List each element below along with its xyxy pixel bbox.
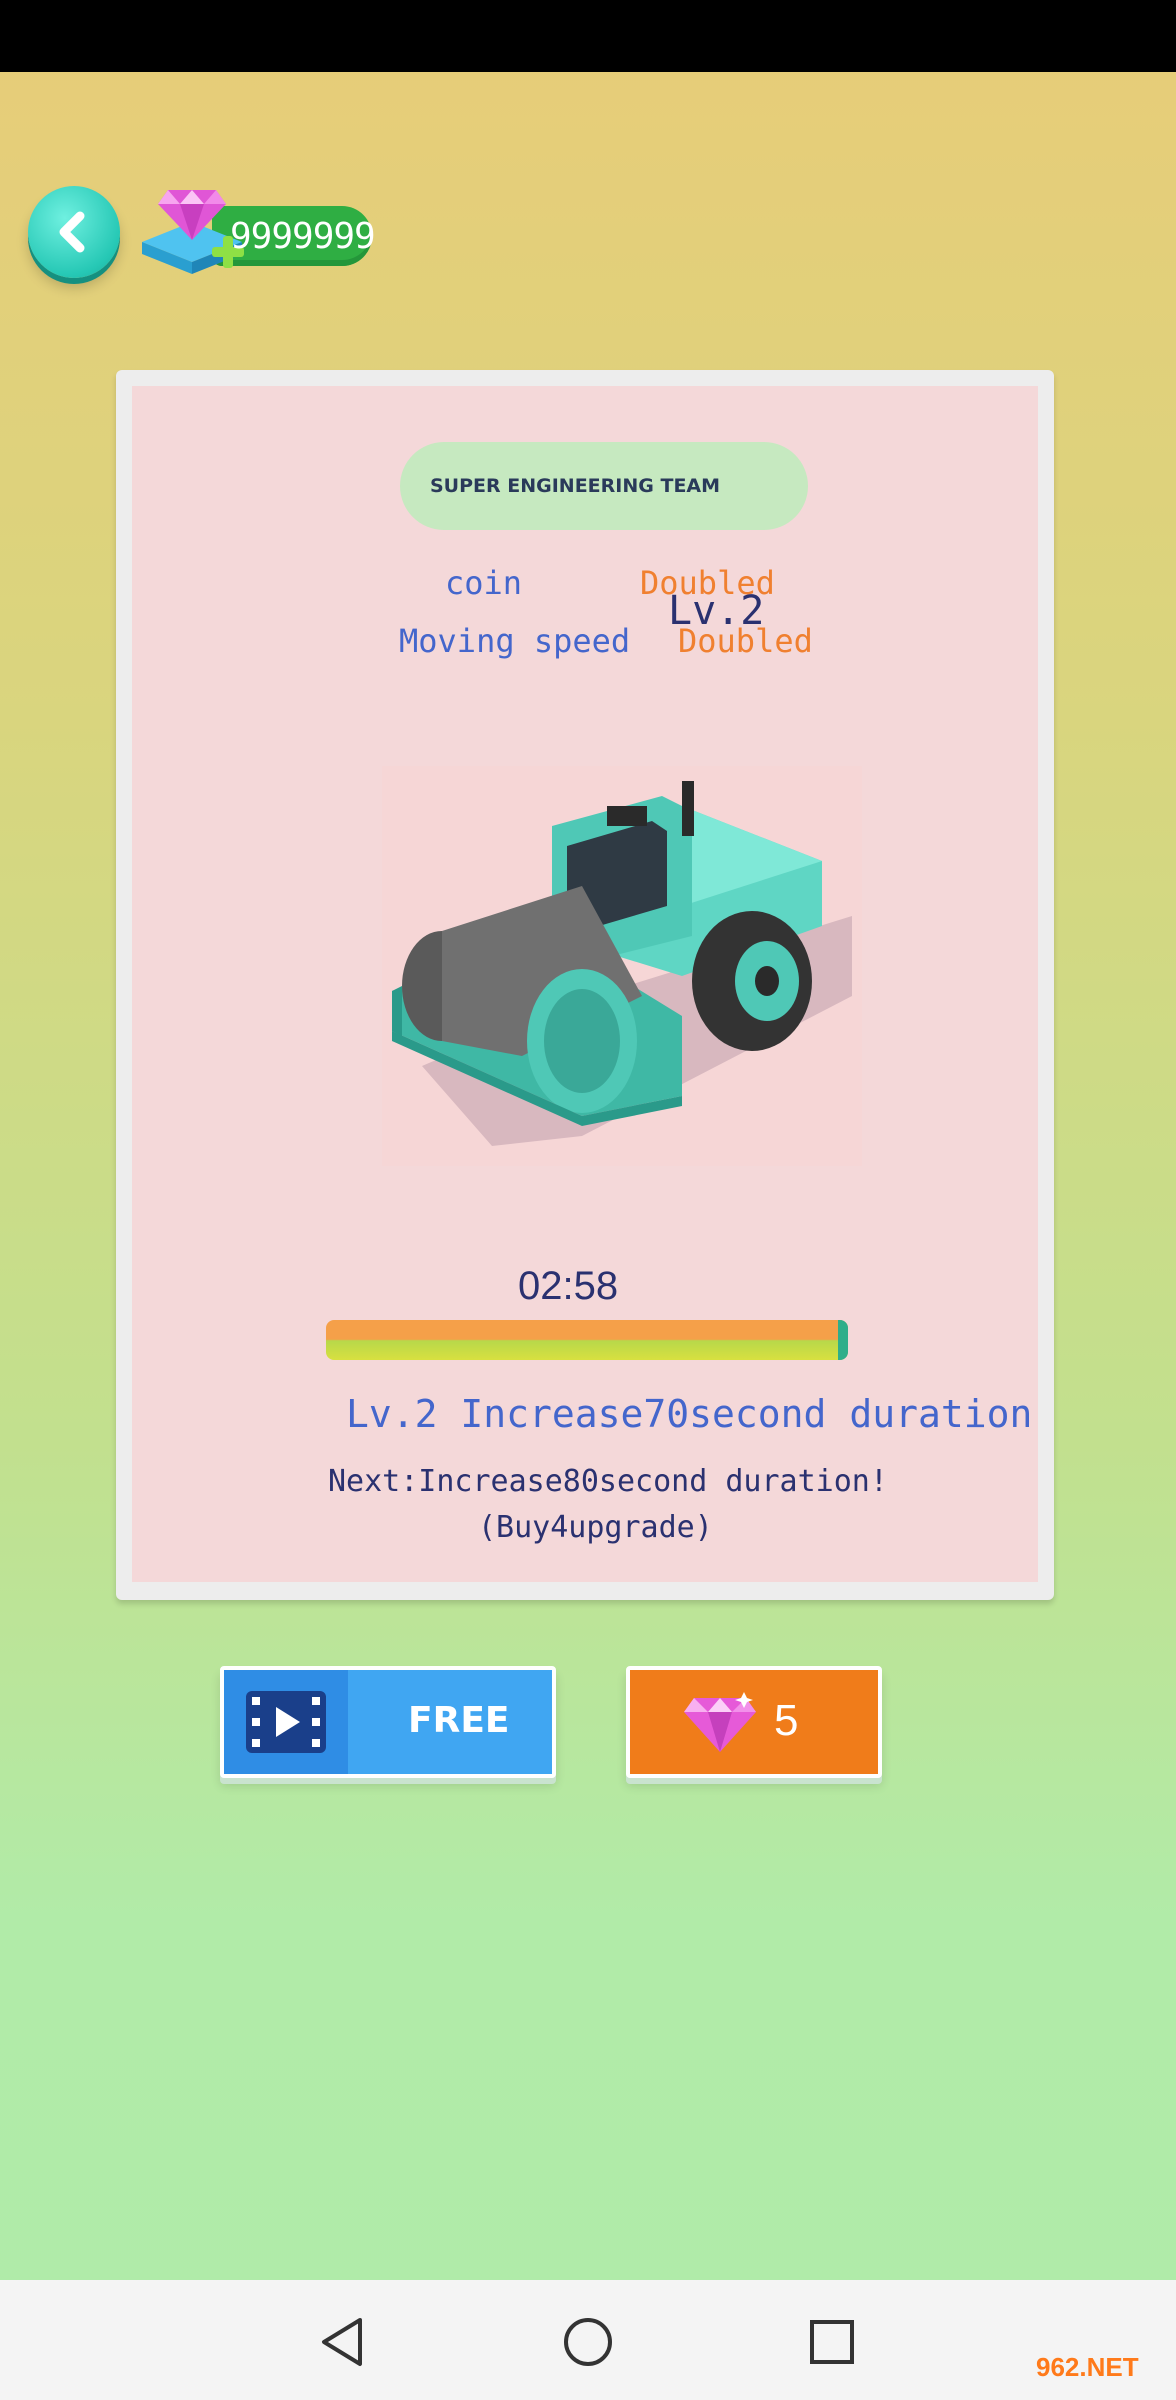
circle-home-icon[interactable] [562, 2316, 614, 2368]
team-title: SUPER ENGINEERING TEAM [430, 475, 721, 497]
upgrade-card-inner: SUPER ENGINEERING TEAM coin Doubled Lv.2… [132, 386, 1038, 1582]
free-button-label: FREE [408, 1700, 510, 1741]
free-button-icon-area [224, 1670, 348, 1774]
back-button[interactable] [28, 186, 120, 278]
diamond-icon [684, 1692, 756, 1752]
buy-hint-text: (Buy4upgrade) [478, 1510, 713, 1545]
gem-upgrade-button[interactable]: 5 [626, 1666, 882, 1778]
gem-price: 5 [774, 1696, 799, 1745]
timer: 02:58 [518, 1264, 619, 1308]
bonus-value-speed: Doubled [678, 622, 813, 660]
triangle-back-icon[interactable] [318, 2316, 366, 2368]
team-title-pill: SUPER ENGINEERING TEAM [400, 442, 808, 530]
road-roller-image [382, 766, 862, 1166]
next-effect-text: Next:Increase80second duration! [328, 1464, 888, 1499]
current-effect-text: Lv.2 Increase70second duration [346, 1392, 1033, 1436]
upgrade-card: SUPER ENGINEERING TEAM coin Doubled Lv.2… [116, 370, 1054, 1600]
duration-progress-bar [326, 1320, 848, 1360]
gem-counter[interactable]: 9999999 [142, 186, 376, 274]
progress-bar-end-cap [838, 1320, 848, 1360]
free-upgrade-button[interactable]: FREE [220, 1666, 556, 1778]
status-bar [0, 0, 1176, 72]
gem-count: 9999999 [230, 216, 376, 257]
square-recents-icon[interactable] [808, 2316, 856, 2368]
chevron-left-icon [59, 211, 85, 253]
watermark: 962.NET [1036, 2352, 1139, 2382]
bonus-label-coin: coin [445, 564, 523, 602]
bonus-label-speed: Moving speed [399, 622, 631, 660]
video-film-icon [246, 1691, 326, 1753]
